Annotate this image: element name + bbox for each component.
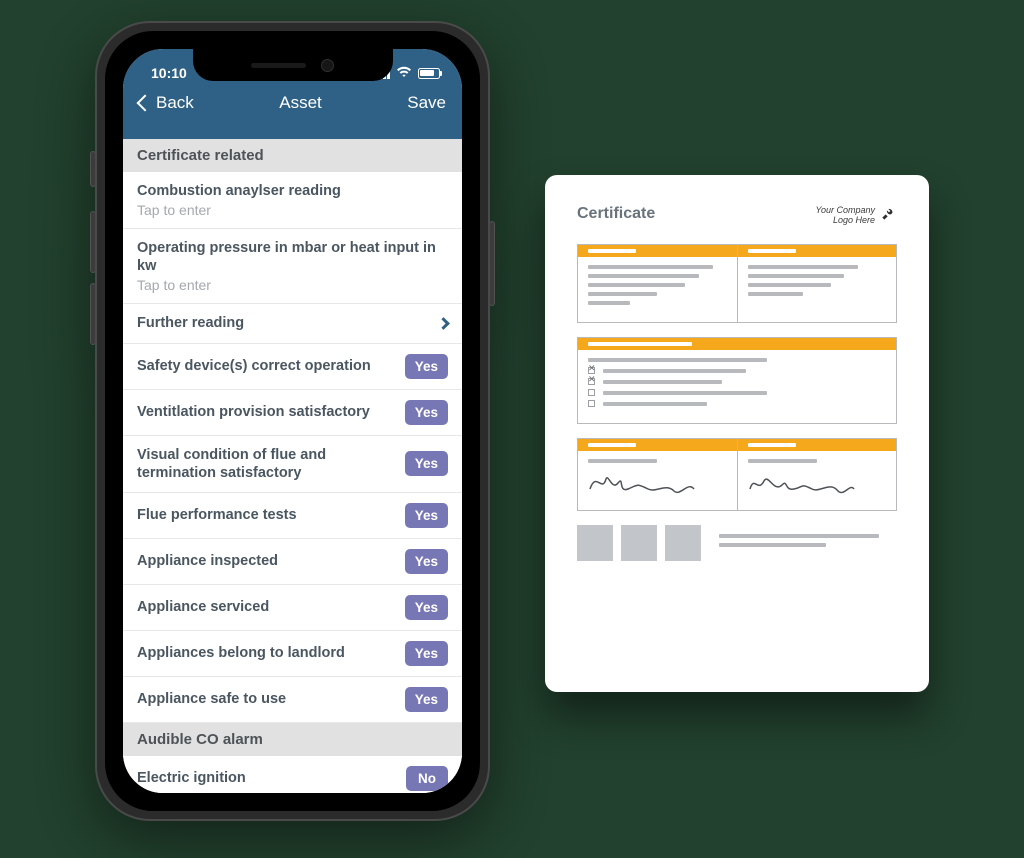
row-label: Operating pressure in mbar or heat input… — [137, 239, 448, 275]
toggle-value[interactable]: Yes — [405, 354, 448, 379]
toggle-value[interactable]: Yes — [405, 595, 448, 620]
row-label: Appliance safe to use — [137, 690, 286, 708]
row-safe-to-use[interactable]: Appliance safe to use Yes — [123, 677, 462, 723]
row-electric-ignition[interactable]: Electric ignition No — [123, 756, 462, 793]
row-appliance-serviced[interactable]: Appliance serviced Yes — [123, 585, 462, 631]
logo-text: Your Company Logo Here — [815, 206, 875, 225]
certificate-logo-placeholder: Your Company Logo Here — [815, 205, 897, 226]
row-placeholder: Tap to enter — [137, 277, 211, 293]
phone-mockup: 10:10 Back — [95, 21, 490, 821]
section-header-certificate-related: Certificate related — [123, 139, 462, 172]
section-header-co-alarm: Audible CO alarm — [123, 723, 462, 756]
signature-icon — [748, 468, 887, 498]
save-button[interactable]: Save — [407, 93, 446, 113]
toggle-value[interactable]: Yes — [405, 687, 448, 712]
thumbnail-icon — [577, 525, 613, 561]
row-label: Combustion anaylser reading — [137, 182, 341, 200]
row-label: Safety device(s) correct operation — [137, 357, 371, 375]
certificate-footer — [577, 525, 897, 561]
row-belong-landlord[interactable]: Appliances belong to landlord Yes — [123, 631, 462, 677]
screen-content[interactable]: Certificate related Combustion anaylser … — [123, 139, 462, 793]
chevron-left-icon — [137, 95, 154, 112]
row-safety-devices[interactable]: Safety device(s) correct operation Yes — [123, 344, 462, 390]
row-ventilation[interactable]: Ventitlation provision satisfactory Yes — [123, 390, 462, 436]
certificate-signature-section — [577, 438, 897, 511]
certificate-preview: Certificate Your Company Logo Here — [545, 175, 929, 692]
toggle-value[interactable]: Yes — [405, 641, 448, 666]
row-further-reading[interactable]: Further reading — [123, 304, 462, 343]
phone-frame: 10:10 Back — [95, 21, 490, 821]
phone-notch — [193, 49, 393, 81]
phone-bezel: 10:10 Back — [105, 31, 480, 811]
toggle-value[interactable]: Yes — [405, 549, 448, 574]
row-flue-visual[interactable]: Visual condition of flue and termination… — [123, 436, 462, 493]
certificate-section — [577, 244, 897, 323]
toggle-value[interactable]: Yes — [405, 400, 448, 425]
back-button[interactable]: Back — [139, 93, 194, 113]
thumbnail-icon — [621, 525, 657, 561]
certificate-section — [577, 337, 897, 424]
row-placeholder: Tap to enter — [137, 202, 211, 218]
row-label: Appliances belong to landlord — [137, 644, 345, 662]
row-flue-performance[interactable]: Flue performance tests Yes — [123, 493, 462, 539]
row-combustion-reading[interactable]: Combustion anaylser reading Tap to enter — [123, 172, 462, 229]
row-label: Ventitlation provision satisfactory — [137, 403, 370, 421]
toggle-value[interactable]: No — [406, 766, 448, 791]
nav-title: Asset — [279, 93, 322, 113]
status-time: 10:10 — [151, 65, 187, 81]
tools-icon — [881, 205, 897, 226]
row-label: Electric ignition — [137, 769, 246, 787]
row-label: Visual condition of flue and termination… — [137, 446, 377, 482]
row-operating-pressure[interactable]: Operating pressure in mbar or heat input… — [123, 229, 462, 304]
toggle-value[interactable]: Yes — [405, 503, 448, 528]
row-label: Flue performance tests — [137, 506, 297, 524]
row-label: Further reading — [137, 314, 244, 332]
chevron-right-icon — [437, 317, 450, 330]
signature-icon — [588, 468, 727, 498]
battery-icon — [418, 68, 440, 79]
certificate-title: Certificate — [577, 205, 655, 223]
row-appliance-inspected[interactable]: Appliance inspected Yes — [123, 539, 462, 585]
row-label: Appliance inspected — [137, 552, 278, 570]
row-label: Appliance serviced — [137, 598, 269, 616]
back-label: Back — [156, 93, 194, 113]
thumbnail-icon — [665, 525, 701, 561]
phone-screen: 10:10 Back — [123, 49, 462, 793]
toggle-value[interactable]: Yes — [405, 451, 448, 476]
wifi-icon — [396, 65, 412, 81]
